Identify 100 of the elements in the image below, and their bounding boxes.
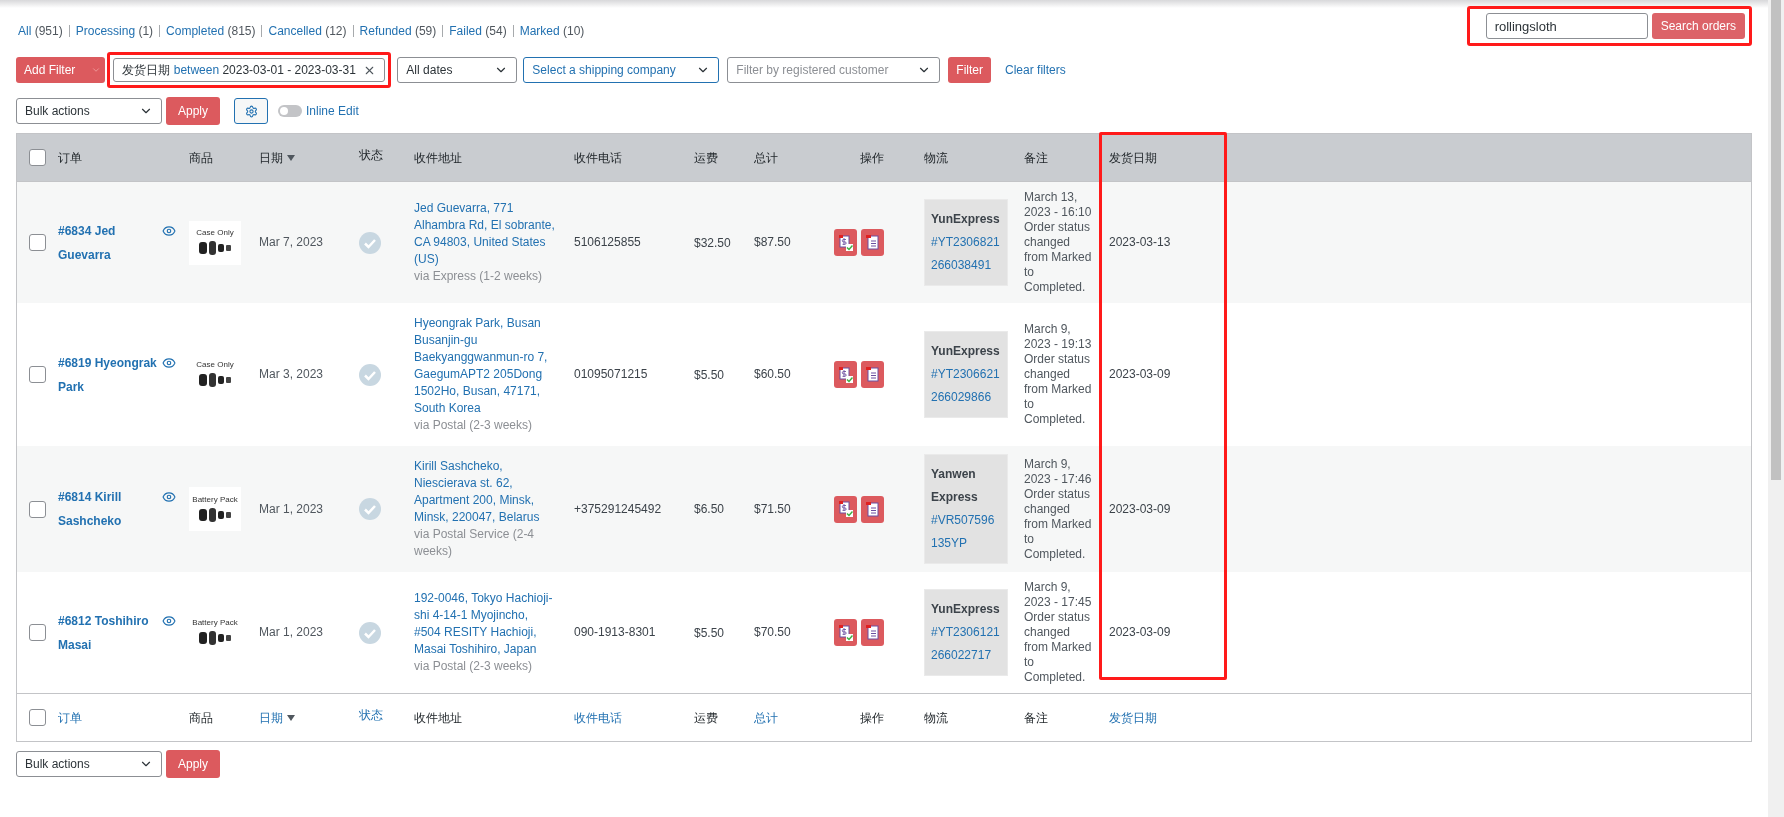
completed-check-icon [359,231,381,254]
sort-down-icon [287,714,295,721]
settings-icon [244,104,258,118]
row-checkbox[interactable] [29,624,46,641]
ship-date: 2023-03-13 [1109,234,1171,251]
preview-eye-icon[interactable] [162,355,176,370]
order-link[interactable]: #6814 Kirill Sashcheko [58,485,158,533]
separator [512,25,514,37]
packing-slip-button[interactable] [861,229,884,256]
note-text: Order status changed from Marked to Completed. [1024,610,1093,685]
order-date: Mar 1, 2023 [259,624,324,641]
tracking-number-link[interactable]: #VR507596135YP [931,509,1001,555]
settings-button[interactable] [234,98,269,124]
thumbnail-caption: Case Only [196,228,234,237]
column-header[interactable]: 收件电话 [574,708,622,727]
tracking-number-link[interactable]: #YT2306121266022717 [931,621,1001,667]
separator [159,25,161,37]
invoice-button[interactable] [834,619,857,646]
order-link[interactable]: #6834 Jed Guevarra [58,218,158,267]
shipping-address-link[interactable]: 192-0046, Tokyo Hachioji-shi 4-14-1 Myojincho, #504 RESITY Hachioji, Masai Toshihiro, Japan [414,590,558,658]
packing-slip-button[interactable] [861,495,884,523]
bulk-actions-select[interactable]: Bulk actions [16,751,162,777]
shipping-address-link[interactable]: Hyeongrak Park, Busan Busanjin-gu Baekyanggwanmun-ro 7, GaegumAPT2 205Dong 1502Ho, Busan, 47171, South Korea [414,315,558,417]
shipping-cost: $5.50 [694,624,725,642]
product-parts-drawing [198,371,232,389]
column-header: 总计 [754,149,778,167]
search-field[interactable]: rollingsloth [1485,13,1648,39]
column-header[interactable]: 日期 [259,708,295,727]
packing-slip-button[interactable] [861,361,884,388]
column-header: 运费 [694,149,718,167]
clear-filters-link[interactable]: Clear filters [1005,61,1066,79]
column-header: 操作 [860,149,884,167]
column-header[interactable]: 订单 [58,708,82,727]
row-checkbox[interactable] [29,234,46,251]
dates-select[interactable]: All dates [397,57,518,83]
product-parts-drawing [198,239,232,257]
order-link[interactable]: #6819 Hyeongrak Park [58,350,158,399]
select-all-checkbox[interactable] [29,149,46,166]
completed-check-icon [359,621,381,644]
order-total: $60.50 [754,366,791,383]
row-checkbox[interactable] [29,366,46,383]
status-filter-link[interactable]: All (951) [18,22,63,40]
tracking-number-link[interactable]: #YT2306621266029866 [931,363,1001,409]
column-header: 状态 [359,147,383,164]
customer-select[interactable]: Filter by registered customer [727,57,941,83]
invoice-paid-icon [838,366,853,383]
carrier-name: YunExpress [931,211,1001,228]
select-all-checkbox[interactable] [29,709,46,726]
shipping-cost: $5.50 [694,366,725,384]
phone-number: 090-1913-8301 [574,624,656,641]
add-filter-button[interactable]: Add Filter [16,57,106,83]
apply-button[interactable]: Apply [166,750,221,778]
status-filter-link[interactable]: Failed (54) [449,22,507,40]
status-filter-link[interactable]: Marked (10) [519,22,585,40]
separator [352,25,354,37]
note-date: March 9, 2023 - 17:45 [1024,580,1093,610]
carrier-name: Yanwen Express [931,466,979,506]
active-filter-chip[interactable]: 发货日期 between 2023-03-01 - 2023-03-31 [113,58,386,82]
preview-eye-icon[interactable] [162,490,176,504]
search-orders-button[interactable]: Search orders [1651,13,1745,39]
invoice-button[interactable] [834,495,857,523]
shipping-address-link[interactable]: Kirill Sashcheko, Niescierava st. 62, Apartment 200, Minsk, Minsk, 220047, Belarus [414,458,558,526]
order-total: $87.50 [754,234,791,251]
column-header: 备注 [1024,149,1048,167]
invoice-button[interactable] [834,361,857,388]
column-header: 备注 [1024,709,1048,727]
column-header[interactable]: 总计 [754,708,778,727]
note-date: March 9, 2023 - 19:13 [1024,322,1093,352]
invoice-button[interactable] [834,229,857,256]
tracking-number-link[interactable]: #YT2306821266038491 [931,231,1001,277]
ship-date: 2023-03-09 [1109,624,1171,641]
status-filter-link[interactable]: Cancelled (12) [268,22,347,40]
column-header: 商品 [189,149,213,167]
order-link[interactable]: #6812 Toshihiro Masai [58,608,158,657]
column-header[interactable]: 状态 [359,706,383,724]
row-checkbox[interactable] [29,500,46,518]
thumbnail-caption: Case Only [196,360,234,369]
preview-eye-icon[interactable] [162,613,176,628]
separator [68,25,70,37]
separator [442,25,444,37]
status-filter-link[interactable]: Processing (1) [75,22,154,40]
shipping-address-link[interactable]: Jed Guevarra, 771 Alhambra Rd, El sobrante, CA 94803, United States (US) [414,200,558,268]
status-filter-link[interactable]: Refunded (59) [359,22,437,40]
apply-button[interactable]: Apply [166,97,221,125]
chevron-down-icon [91,65,102,75]
completed-check-icon [359,498,381,520]
inline-edit-toggle[interactable] [278,105,303,117]
shipping-company-select[interactable]: Select a shipping company [523,57,720,83]
column-header: 收件地址 [414,149,462,167]
carrier-name: YunExpress [931,343,1001,360]
bulk-actions-select[interactable]: Bulk actions [16,98,162,124]
preview-eye-icon[interactable] [162,223,176,238]
sort-down-icon [287,154,295,161]
note-text: Order status changed from Marked to Completed. [1024,352,1093,427]
ship-date: 2023-03-09 [1109,366,1171,383]
column-header: 物流 [924,149,948,167]
packing-slip-button[interactable] [861,619,884,646]
status-filter-link[interactable]: Completed (815) [166,22,256,40]
column-header[interactable]: 发货日期 [1109,708,1157,727]
filter-button[interactable]: Filter [948,57,992,83]
